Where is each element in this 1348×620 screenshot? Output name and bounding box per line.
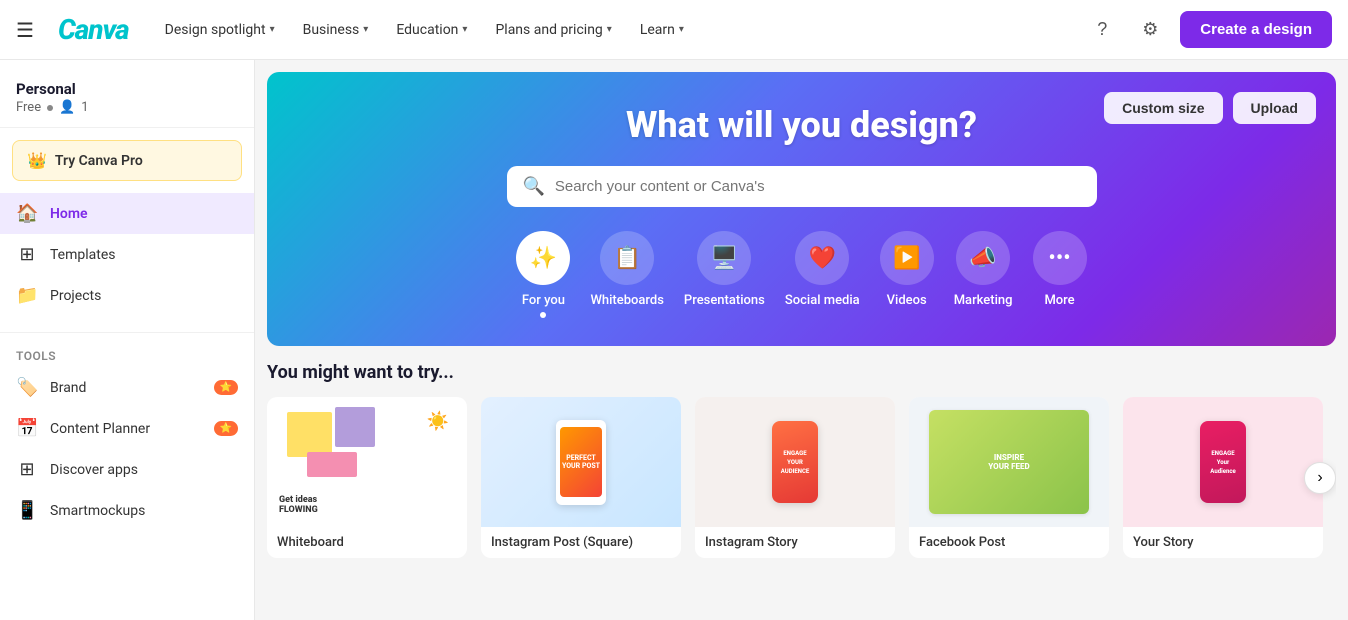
hero-banner: Custom size Upload What will you design?… bbox=[267, 72, 1336, 346]
marketing-icon: 📣 bbox=[956, 231, 1010, 285]
category-presentations[interactable]: 🖥️ Presentations bbox=[684, 231, 765, 318]
social-media-icon: ❤️ bbox=[795, 231, 849, 285]
presentations-icon: 🖥️ bbox=[697, 231, 751, 285]
search-input[interactable] bbox=[555, 178, 1081, 195]
chevron-down-icon: ▾ bbox=[363, 24, 368, 35]
main-content: Custom size Upload What will you design?… bbox=[255, 60, 1348, 620]
card-facebook-post-label: Facebook Post bbox=[909, 527, 1109, 558]
category-for-you[interactable]: ✨ For you bbox=[516, 231, 570, 318]
card-instagram-story[interactable]: ENGAGE YOUR AUDIENCE Instagram Story bbox=[695, 397, 895, 558]
separator-dot bbox=[47, 105, 53, 111]
for-you-icon: ✨ bbox=[516, 231, 570, 285]
sidebar-item-content-planner[interactable]: 📅 Content Planner ⭐ bbox=[0, 408, 254, 449]
sidebar-item-home[interactable]: 🏠 Home bbox=[0, 193, 254, 234]
chevron-down-icon: ▾ bbox=[462, 24, 467, 35]
card-instagram-post[interactable]: PERFECTYOUR POST Instagram Post (Square) bbox=[481, 397, 681, 558]
sidebar-item-brand[interactable]: 🏷️ Brand ⭐ bbox=[0, 367, 254, 408]
category-row: ✨ For you 📋 Whiteboards 🖥️ Presentations… bbox=[307, 231, 1296, 318]
suggestions-cards: Get ideasFLOWING ☀️ Whiteboard PERFECTYO… bbox=[267, 397, 1336, 558]
category-social-media[interactable]: ❤️ Social media bbox=[785, 231, 860, 318]
brand-badge: ⭐ bbox=[214, 380, 238, 395]
hamburger-menu[interactable]: ☰ bbox=[16, 18, 34, 42]
more-icon: ••• bbox=[1033, 231, 1087, 285]
card-facebook-post[interactable]: INSPIREYOUR FEED Facebook Post bbox=[909, 397, 1109, 558]
crown-icon: 👑 bbox=[27, 151, 47, 170]
card-instagram-post-label: Instagram Post (Square) bbox=[481, 527, 681, 558]
sidebar-item-smartmockups[interactable]: 📱 Smartmockups bbox=[0, 490, 254, 531]
nav-links: Design spotlight ▾ Business ▾ Education … bbox=[153, 14, 1061, 46]
person-icon: 👤 bbox=[59, 100, 75, 115]
nav-plans-pricing[interactable]: Plans and pricing ▾ bbox=[483, 14, 623, 46]
user-plan: Free 👤 1 bbox=[16, 100, 238, 115]
smartmockups-icon: 📱 bbox=[16, 500, 38, 521]
card-instagram-post-thumbnail: PERFECTYOUR POST bbox=[481, 397, 681, 527]
canva-logo[interactable]: Canva bbox=[58, 13, 129, 46]
content-planner-icon: 📅 bbox=[16, 418, 38, 439]
card-whiteboard-thumbnail: Get ideasFLOWING ☀️ bbox=[267, 397, 467, 527]
try-canva-pro-button[interactable]: 👑 Try Canva Pro bbox=[12, 140, 242, 181]
top-navigation: ☰ Canva Design spotlight ▾ Business ▾ Ed… bbox=[0, 0, 1348, 60]
hero-top-actions: Custom size Upload bbox=[1104, 92, 1316, 124]
help-button[interactable]: ? bbox=[1084, 12, 1120, 48]
sidebar-user-section: Personal Free 👤 1 bbox=[0, 72, 254, 128]
search-icon: 🔍 bbox=[523, 176, 545, 197]
card-your-story[interactable]: ENGAGE Your Audience Your Story bbox=[1123, 397, 1323, 558]
nav-learn[interactable]: Learn ▾ bbox=[628, 14, 696, 46]
tools-section-label: Tools bbox=[0, 341, 254, 367]
active-dot bbox=[540, 312, 546, 318]
settings-button[interactable]: ⚙ bbox=[1132, 12, 1168, 48]
content-planner-badge: ⭐ bbox=[214, 421, 238, 436]
upload-button[interactable]: Upload bbox=[1233, 92, 1316, 124]
sidebar: Personal Free 👤 1 👑 Try Canva Pro 🏠 Home… bbox=[0, 60, 255, 620]
card-instagram-story-label: Instagram Story bbox=[695, 527, 895, 558]
card-whiteboard[interactable]: Get ideasFLOWING ☀️ Whiteboard bbox=[267, 397, 467, 558]
category-whiteboards[interactable]: 📋 Whiteboards bbox=[590, 231, 663, 318]
sidebar-item-templates[interactable]: ⊞ Templates bbox=[0, 234, 254, 275]
whiteboards-label: Whiteboards bbox=[590, 293, 663, 308]
category-videos[interactable]: ▶️ Videos bbox=[880, 231, 934, 318]
suggestions-title: You might want to try... bbox=[267, 362, 1336, 383]
create-design-button[interactable]: Create a design bbox=[1180, 11, 1332, 48]
card-facebook-post-thumbnail: INSPIREYOUR FEED bbox=[909, 397, 1109, 527]
category-marketing[interactable]: 📣 Marketing bbox=[954, 231, 1013, 318]
chevron-down-icon: ▾ bbox=[607, 24, 612, 35]
card-your-story-label: Your Story bbox=[1123, 527, 1323, 558]
chevron-down-icon: ▾ bbox=[270, 24, 275, 35]
nav-design-spotlight[interactable]: Design spotlight ▾ bbox=[153, 14, 287, 46]
user-name: Personal bbox=[16, 80, 238, 98]
presentations-label: Presentations bbox=[684, 293, 765, 308]
brand-icon: 🏷️ bbox=[16, 377, 38, 398]
sidebar-nav: 🏠 Home ⊞ Templates 📁 Projects bbox=[0, 185, 254, 324]
social-media-label: Social media bbox=[785, 293, 860, 308]
hero-search-bar: 🔍 bbox=[507, 166, 1097, 207]
templates-icon: ⊞ bbox=[16, 244, 38, 265]
videos-icon: ▶️ bbox=[880, 231, 934, 285]
for-you-label: For you bbox=[522, 293, 565, 308]
sidebar-divider bbox=[0, 332, 254, 333]
home-icon: 🏠 bbox=[16, 203, 38, 224]
custom-size-button[interactable]: Custom size bbox=[1104, 92, 1222, 124]
cards-scroll-right-button[interactable]: › bbox=[1304, 462, 1336, 494]
card-your-story-thumbnail: ENGAGE Your Audience bbox=[1123, 397, 1323, 527]
suggestions-section: You might want to try... Get ideasFLOWIN… bbox=[255, 346, 1348, 570]
videos-label: Videos bbox=[887, 293, 927, 308]
discover-apps-icon: ⊞ bbox=[16, 459, 38, 480]
sidebar-item-projects[interactable]: 📁 Projects bbox=[0, 275, 254, 316]
more-label: More bbox=[1044, 293, 1074, 308]
nav-right-actions: ? ⚙ Create a design bbox=[1084, 11, 1332, 48]
projects-icon: 📁 bbox=[16, 285, 38, 306]
nav-business[interactable]: Business ▾ bbox=[291, 14, 381, 46]
card-instagram-story-thumbnail: ENGAGE YOUR AUDIENCE bbox=[695, 397, 895, 527]
card-whiteboard-label: Whiteboard bbox=[267, 527, 467, 558]
whiteboards-icon: 📋 bbox=[600, 231, 654, 285]
marketing-label: Marketing bbox=[954, 293, 1013, 308]
chevron-down-icon: ▾ bbox=[679, 24, 684, 35]
category-more[interactable]: ••• More bbox=[1033, 231, 1087, 318]
nav-education[interactable]: Education ▾ bbox=[384, 14, 479, 46]
sidebar-item-discover-apps[interactable]: ⊞ Discover apps bbox=[0, 449, 254, 490]
